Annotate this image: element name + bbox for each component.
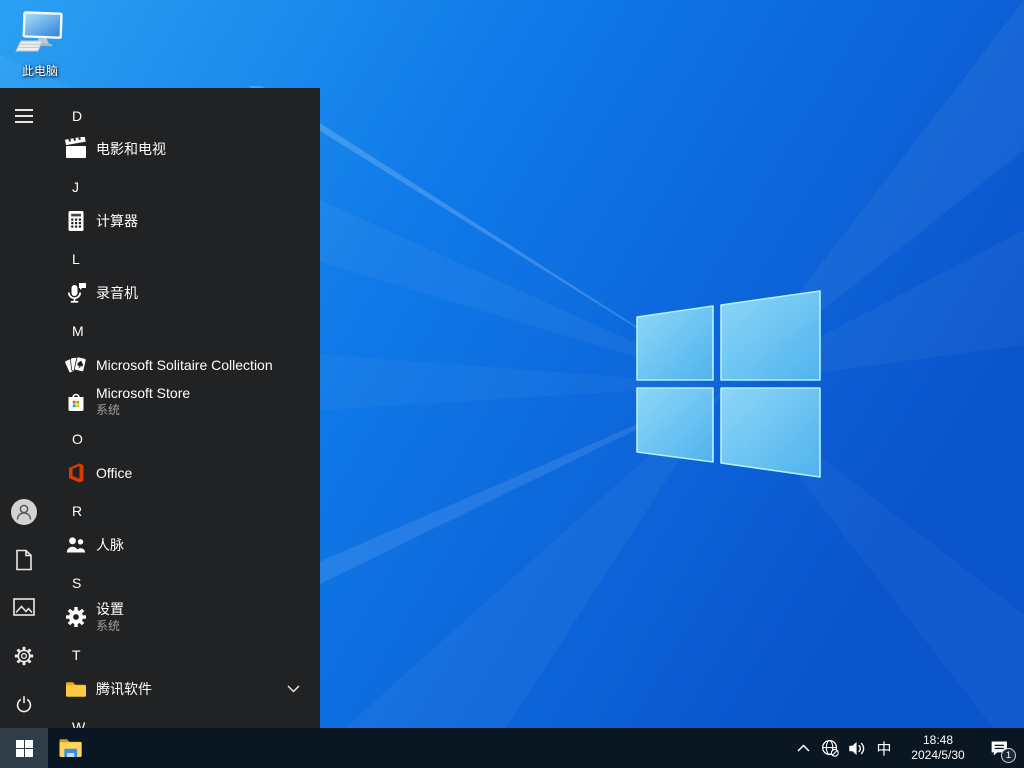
start-button[interactable] xyxy=(0,728,48,768)
app-subtitle: 系统 xyxy=(96,402,121,417)
app-item-people[interactable]: 人脉 xyxy=(48,527,320,563)
section-header-R[interactable]: R xyxy=(48,493,320,529)
this-pc-icon xyxy=(15,11,63,52)
documents-button[interactable] xyxy=(0,536,48,584)
section-header-D[interactable]: D xyxy=(48,98,320,134)
desktop-icon-label: 此电脑 xyxy=(21,64,58,78)
system-tray: 中 18:48 2024/5/30 1 xyxy=(790,728,1024,768)
app-subtitle: 系统 xyxy=(96,618,121,633)
people-icon xyxy=(64,533,88,557)
app-item-solitaire[interactable]: Microsoft Solitaire Collection xyxy=(48,347,320,383)
store-bag-icon xyxy=(64,389,88,413)
app-label: 录音机 xyxy=(96,285,138,301)
power-button[interactable] xyxy=(0,680,48,728)
section-header-J[interactable]: J xyxy=(48,169,320,205)
section-header-O[interactable]: O xyxy=(48,421,320,457)
taskbar: 中 18:48 2024/5/30 1 xyxy=(0,728,1024,768)
settings-button[interactable] xyxy=(0,632,48,680)
app-label: Microsoft Solitaire Collection xyxy=(96,357,273,373)
app-item-tencent-folder[interactable]: 腾讯软件 xyxy=(48,671,320,707)
folder-icon xyxy=(64,677,88,701)
solitaire-cards-icon xyxy=(64,353,88,377)
calculator-icon xyxy=(64,209,88,233)
chevron-down-icon[interactable] xyxy=(287,685,300,693)
windows-logo-icon xyxy=(15,739,33,757)
app-item-voice-recorder[interactable]: 录音机 xyxy=(48,275,320,311)
app-item-office[interactable]: Office xyxy=(48,455,320,491)
pictures-button[interactable] xyxy=(0,583,48,631)
pictures-icon xyxy=(13,598,35,616)
app-label: Office xyxy=(96,465,133,481)
action-center-button[interactable]: 1 xyxy=(978,728,1020,768)
power-icon xyxy=(16,696,32,713)
app-item-settings[interactable]: 设置 系统 xyxy=(48,595,320,639)
app-item-calculator[interactable]: 计算器 xyxy=(48,203,320,239)
file-explorer-button[interactable] xyxy=(48,728,92,768)
notification-badge: 1 xyxy=(1001,748,1016,763)
movies-tv-icon xyxy=(64,137,88,161)
globe-no-internet-icon xyxy=(821,740,839,757)
chevron-up-icon xyxy=(796,744,810,752)
file-explorer-icon xyxy=(59,739,82,757)
voice-recorder-icon xyxy=(64,281,88,305)
tray-date: 2024/5/30 xyxy=(911,748,965,762)
screen: 此电脑 D 电影和电视 J 计算器 L 录音机 M Microsoft Soli… xyxy=(0,0,1024,768)
section-header-L[interactable]: L xyxy=(48,241,320,277)
app-item-microsoft-store[interactable]: Microsoft Store 系统 xyxy=(48,379,320,423)
app-label: Microsoft Store xyxy=(96,384,191,401)
user-account-button[interactable] xyxy=(0,488,48,536)
gear-outline-icon xyxy=(14,646,34,666)
app-label: 设置 xyxy=(96,600,124,617)
section-header-M[interactable]: M xyxy=(48,313,320,349)
volume-button[interactable] xyxy=(843,728,870,768)
gear-icon xyxy=(64,605,88,629)
section-header-W[interactable]: W xyxy=(48,709,320,728)
speaker-icon xyxy=(848,741,864,755)
start-menu-rail xyxy=(0,88,48,728)
network-status-button[interactable] xyxy=(816,728,843,768)
user-avatar-icon xyxy=(11,499,37,525)
app-label: 腾讯软件 xyxy=(96,681,152,697)
hamburger-menu-icon xyxy=(15,109,33,123)
app-label: 人脉 xyxy=(96,537,124,553)
desktop-icon-this-pc[interactable]: 此电脑 xyxy=(10,10,70,79)
office-logo-icon xyxy=(64,461,88,485)
tray-time: 18:48 xyxy=(922,733,954,747)
app-label: 计算器 xyxy=(96,213,138,229)
expand-menu-button[interactable] xyxy=(0,92,48,140)
app-label: 电影和电视 xyxy=(96,141,166,157)
section-header-T[interactable]: T xyxy=(48,637,320,673)
document-icon xyxy=(16,549,32,571)
ime-indicator[interactable]: 中 xyxy=(870,728,898,768)
start-menu: D 电影和电视 J 计算器 L 录音机 M Microsoft Solitair… xyxy=(0,88,320,728)
clock[interactable]: 18:48 2024/5/30 xyxy=(901,728,975,768)
show-hidden-icons-button[interactable] xyxy=(790,728,816,768)
app-item-movies-tv[interactable]: 电影和电视 xyxy=(48,131,320,167)
